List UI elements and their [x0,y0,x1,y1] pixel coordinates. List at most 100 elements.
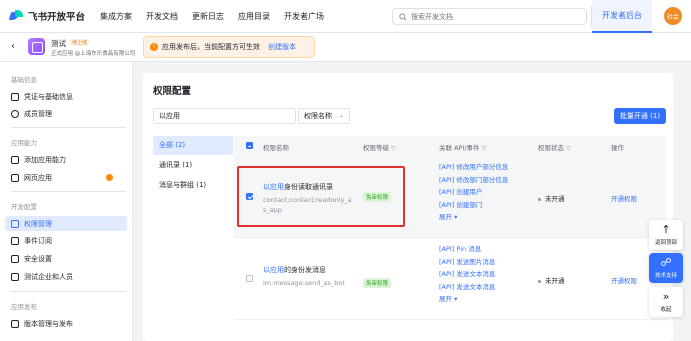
row-checkbox[interactable] [246,275,253,282]
create-version-link[interactable]: 创建版本 [268,42,296,52]
api-link[interactable]: [API] 创建用户 [439,186,508,199]
sidebar-item-events[interactable]: 事件订阅 [5,233,127,248]
category-list: 全部 (2) 通讯录 (1) 消息与群组 (1) [153,136,233,196]
column-header-label: 权限等级 [363,144,389,152]
app-icon [28,38,45,55]
logo-text: 飞书开放平台 [28,12,86,23]
sidebar-group-dev-config: 开发配置 [11,203,37,211]
batch-enable-button[interactable]: 批量开通 (1) [614,108,666,124]
sidebar-item-label: 安全设置 [24,254,52,263]
add-ability-icon [11,155,19,164]
nav-link-docs[interactable]: 开发文档 [146,11,178,22]
highlight-annotation-box [237,166,405,227]
top-nav: 飞书开放平台 集成方案 开发文档 更新日志 应用目录 开发者广场 开发者后台 社… [0,0,691,33]
enable-permission-button[interactable]: 开通权限 [611,193,637,203]
sidebar-item-label: 添加应用能力 [24,155,66,164]
api-link[interactable]: [API] 发送文本消息 [439,281,495,294]
api-link[interactable]: [API] 修改用户部分信息 [439,161,508,174]
sidebar-group-basic-info: 基础信息 [11,76,37,84]
app-name: 测试 [51,39,66,48]
tab-developer-console[interactable]: 开发者后台 [592,0,652,33]
column-header-level: 权限等级 ▽ [363,142,396,152]
search-input[interactable] [411,12,571,21]
page-title: 权限配置 [153,86,192,97]
double-chevron-icon: » [662,290,670,303]
sidebar-item-label: 成员管理 [24,109,52,118]
filter-icon[interactable]: ▽ [482,145,487,152]
enable-permission-button[interactable]: 开通权限 [611,275,637,285]
permission-search-input[interactable]: 以应用 [153,108,296,124]
column-header-action: 操作 [611,144,624,152]
search-box[interactable] [392,8,587,25]
expand-link[interactable]: 展开 ▾ [439,211,508,224]
sidebar-item-members[interactable]: 成员管理 [5,106,127,121]
chevron-down-icon: ⌄ [338,112,344,119]
sidebar-group-app-release: 应用发布 [11,303,37,311]
feishu-logo-icon [10,10,24,22]
app-subtitle: 正式应用 @上海东乐食品有限公司 [51,51,136,57]
version-icon [11,319,19,328]
permission-name-link[interactable]: 以应用 [263,266,284,274]
permissions-table: 权限名称 权限等级 ▽ 关联 API/事件 ▽ 权限状态 ▽ 操作 以应用身份读取通讯… [234,136,666,320]
permission-code: im:message:send_as_bot [263,279,345,287]
select-all-checkbox[interactable] [246,142,253,149]
shield-icon [11,254,19,263]
column-header-label: 权限状态 [538,144,564,152]
arrow-up-icon: ↑ [661,223,671,236]
web-app-icon [11,173,19,182]
sidebar-item-permissions[interactable]: 权限管理 [5,216,127,231]
back-to-top-button[interactable]: ↑ 返回顶部 [649,220,683,250]
sidebar-item-versions[interactable]: 版本管理与发布 [5,316,127,331]
notice-text: 应用发布后，当前配置方可生效 [162,43,260,51]
sidebar-item-label: 测试企业和人员 [24,272,73,281]
sidebar-divider [11,191,126,192]
sidebar-item-web-app[interactable]: 网页应用 [5,170,127,185]
sidebar-item-credentials[interactable]: 凭证与基础信息 [5,89,127,104]
sidebar-item-add-ability[interactable]: 添加应用能力 [5,152,127,167]
api-link[interactable]: [API] 创建部门 [439,199,508,212]
category-messages[interactable]: 消息与群组 (1) [153,176,233,195]
permission-name-rest: 的身份发消息 [284,266,326,274]
table-row: 以应用的身份发消息 im:message:send_as_bot 免审权限 [A… [234,238,666,320]
sidebar-divider [11,291,126,292]
avatar[interactable]: 社会 [664,7,682,25]
nav-link-developer-square[interactable]: 开发者广场 [284,11,324,22]
back-arrow-icon[interactable]: ‹ [11,41,15,52]
nav-link-app-directory[interactable]: 应用目录 [238,11,270,22]
sidebar-item-security[interactable]: 安全设置 [5,251,127,266]
warning-icon: ! [150,43,158,51]
tech-support-label: 技术支持 [654,273,677,279]
sidebar-item-label: 版本管理与发布 [24,319,73,328]
table-header: 权限名称 权限等级 ▽ 关联 API/事件 ▽ 权限状态 ▽ 操作 [234,136,666,156]
expand-link[interactable]: 展开 ▾ [439,293,495,306]
api-link[interactable]: [API] Pin 消息 [439,243,495,256]
credential-icon [11,92,19,101]
column-header-status: 权限状态 ▽ [538,142,571,152]
test-users-icon [11,272,19,281]
permission-status: 未开通 [538,193,565,203]
api-link[interactable]: [API] 修改部门部分信息 [439,174,508,187]
filter-icon[interactable]: ▽ [566,145,571,152]
category-all[interactable]: 全部 (2) [153,136,233,155]
filter-field-label: 权限名称 [304,112,332,120]
nav-link-solutions[interactable]: 集成方案 [100,11,132,22]
related-api-list: [API] 修改用户部分信息 [API] 修改部门部分信息 [API] 创建用户… [439,161,508,224]
logo[interactable]: 飞书开放平台 [10,9,90,23]
column-header-label: 关联 API/事件 [439,144,480,152]
permissions-panel: 权限配置 以应用 权限名称 ⌄ 批量开通 (1) 全部 (2) 通讯录 (1) … [143,73,673,341]
filter-field-select[interactable]: 权限名称 ⌄ [298,108,350,124]
headset-icon: ☍ [660,256,672,269]
collapse-button[interactable]: » 收起 [649,287,683,317]
sidebar: 基础信息 凭证与基础信息 成员管理 应用能力 添加应用能力 网页应用 开发配置 … [0,62,133,341]
permission-icon [11,219,19,228]
member-icon [11,109,19,118]
sidebar-divider [11,127,126,128]
filter-icon[interactable]: ▽ [391,145,396,152]
warning-dot-icon [106,174,113,181]
api-link[interactable]: [API] 发送图片消息 [439,256,495,269]
nav-link-changelog[interactable]: 更新日志 [192,11,224,22]
tech-support-button[interactable]: ☍ 技术支持 [649,253,683,283]
sidebar-item-test-users[interactable]: 测试企业和人员 [5,269,127,284]
api-link[interactable]: [API] 发送文本消息 [439,268,495,281]
category-contacts[interactable]: 通讯录 (1) [153,156,233,175]
